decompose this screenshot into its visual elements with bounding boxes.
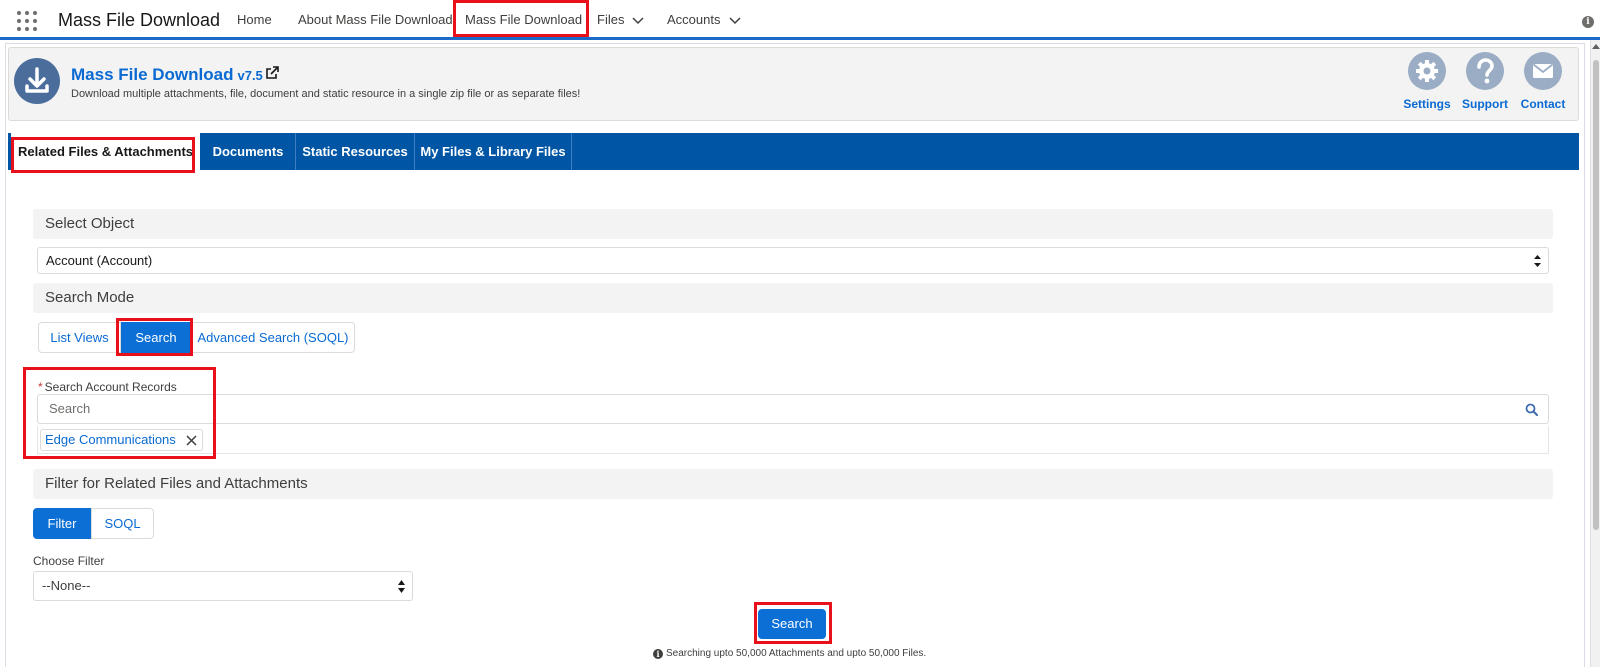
tab-related-files[interactable]: Related Files & Attachments (11, 133, 200, 170)
object-select-value: Account (Account) (46, 253, 153, 268)
version-label: v7.5 (237, 68, 263, 83)
tab-documents[interactable]: Documents (201, 133, 296, 170)
choose-filter-label: Choose Filter (33, 554, 105, 568)
search-records-input[interactable]: Search (37, 394, 1549, 424)
support-label: Support (1462, 97, 1508, 111)
vertical-scrollbar[interactable] (1590, 40, 1600, 667)
app-name: Mass File Download (58, 10, 221, 30)
search-limit-note: i Searching upto 50,000 Attachments and u… (653, 648, 926, 659)
filter-mode-button[interactable]: Filter (33, 508, 91, 539)
required-marker: * (38, 380, 43, 394)
nav-item-home[interactable]: Home (237, 12, 272, 27)
soql-mode-button[interactable]: SOQL (91, 508, 154, 539)
nav-item-about[interactable]: About Mass File Download (298, 12, 453, 27)
search-records-label: * Search Account Records (38, 380, 177, 394)
chevron-down-icon[interactable] (729, 14, 741, 26)
nav-item-mass-file-download[interactable]: Mass File Download (465, 12, 582, 27)
nav-item-files[interactable]: Files (597, 12, 624, 27)
info-icon: i (653, 649, 663, 659)
tab-my-files[interactable]: My Files & Library Files (415, 133, 572, 170)
list-views-button[interactable]: List Views (38, 322, 121, 353)
select-arrows-icon (398, 580, 405, 593)
selected-record-label: Edge Communications (45, 432, 176, 447)
scroll-up-arrow-icon[interactable] (1592, 44, 1600, 49)
app-launcher-icon[interactable] (17, 11, 37, 31)
object-select[interactable]: Account (Account) (37, 247, 1549, 274)
contact-label: Contact (1520, 97, 1566, 111)
search-records-placeholder: Search (49, 401, 91, 416)
support-button[interactable]: Support (1455, 52, 1515, 111)
gear-icon (1408, 52, 1446, 90)
mail-icon (1524, 52, 1562, 90)
contact-button[interactable]: Contact (1513, 52, 1573, 111)
page-title: Mass File Download v7.5 (71, 65, 263, 85)
page-description: Download multiple attachments, file, doc… (71, 88, 581, 100)
external-link-icon[interactable] (265, 66, 279, 80)
advanced-search-button[interactable]: Advanced Search (SOQL) (191, 322, 355, 353)
nav-item-accounts[interactable]: Accounts (667, 12, 720, 27)
page-title-text: Mass File Download (71, 65, 234, 84)
choose-filter-value: --None-- (42, 578, 91, 593)
select-arrows-icon (1534, 255, 1541, 267)
scroll-thumb[interactable] (1593, 60, 1599, 530)
global-nav-bar: Mass File Download Home About Mass File … (0, 0, 1600, 40)
selected-record-pill[interactable]: Edge Communications (40, 429, 203, 451)
filter-heading: Filter for Related Files and Attachments (33, 469, 1553, 499)
settings-label: Settings (1403, 97, 1451, 111)
chevron-down-icon[interactable] (632, 14, 644, 26)
info-icon[interactable]: i (1582, 16, 1594, 28)
search-icon[interactable] (1525, 403, 1538, 416)
select-object-heading: Select Object (33, 209, 1553, 239)
tab-static-resources[interactable]: Static Resources (296, 133, 415, 170)
close-icon[interactable] (186, 435, 197, 446)
search-limit-text: Searching upto 50,000 Attachments and up… (666, 648, 927, 659)
search-button[interactable]: Search (758, 609, 826, 639)
settings-button[interactable]: Settings (1397, 52, 1457, 111)
search-records-label-text: Search Account Records (44, 380, 177, 394)
search-mode-button[interactable]: Search (121, 322, 191, 353)
download-icon (14, 58, 60, 104)
selected-records-row: Edge Communications (37, 426, 1549, 454)
question-icon (1466, 52, 1504, 90)
choose-filter-select[interactable]: --None-- (33, 571, 413, 601)
search-mode-heading: Search Mode (33, 283, 1553, 313)
